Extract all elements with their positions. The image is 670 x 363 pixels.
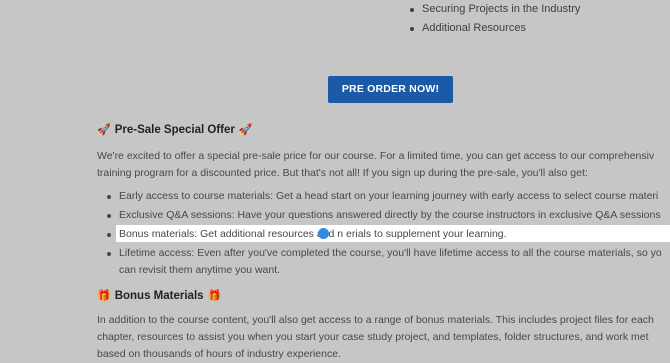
mouse-cursor-indicator	[318, 228, 329, 239]
list-item: Securing Projects in the Industry	[398, 0, 580, 19]
bonus-title: Bonus Materials	[114, 290, 204, 302]
pre-order-button[interactable]: PRE ORDER NOW!	[328, 76, 453, 103]
list-item: Bonus materials: Get additional resource…	[97, 226, 670, 243]
rocket-icon: 🚀	[97, 123, 111, 136]
list-item: Additional Resources	[398, 19, 580, 38]
bonus-heading: 🎁 Bonus Materials 🎁	[97, 290, 221, 302]
gift-icon: 🎁	[97, 289, 111, 302]
list-item-line1: Lifetime access: Even after you've compl…	[119, 247, 662, 259]
presale-title: Pre-Sale Special Offer	[114, 124, 235, 136]
bonus-paragraph-line2: chapter, resources to assist you when yo…	[97, 331, 649, 343]
list-item-line2: can revisit them anytime you want.	[119, 264, 281, 276]
list-item: Lifetime access: Even after you've compl…	[97, 245, 670, 279]
top-feature-list: Securing Projects in the Industry Additi…	[398, 0, 580, 38]
bonus-paragraph-line1: In addition to the course content, you'l…	[97, 314, 654, 326]
list-item: Early access to course materials: Get a …	[97, 188, 670, 205]
presale-paragraph-line2: training program for a discounted price.…	[97, 167, 588, 179]
presale-bullet-list: Early access to course materials: Get a …	[97, 188, 670, 281]
list-item: Exclusive Q&A sessions: Have your questi…	[97, 207, 670, 224]
presale-paragraph-line1: We're excited to offer a special pre-sal…	[97, 150, 655, 162]
gift-icon: 🎁	[207, 289, 222, 302]
rocket-icon: 🚀	[238, 123, 253, 136]
presale-heading: 🚀 Pre-Sale Special Offer 🚀	[97, 124, 253, 136]
